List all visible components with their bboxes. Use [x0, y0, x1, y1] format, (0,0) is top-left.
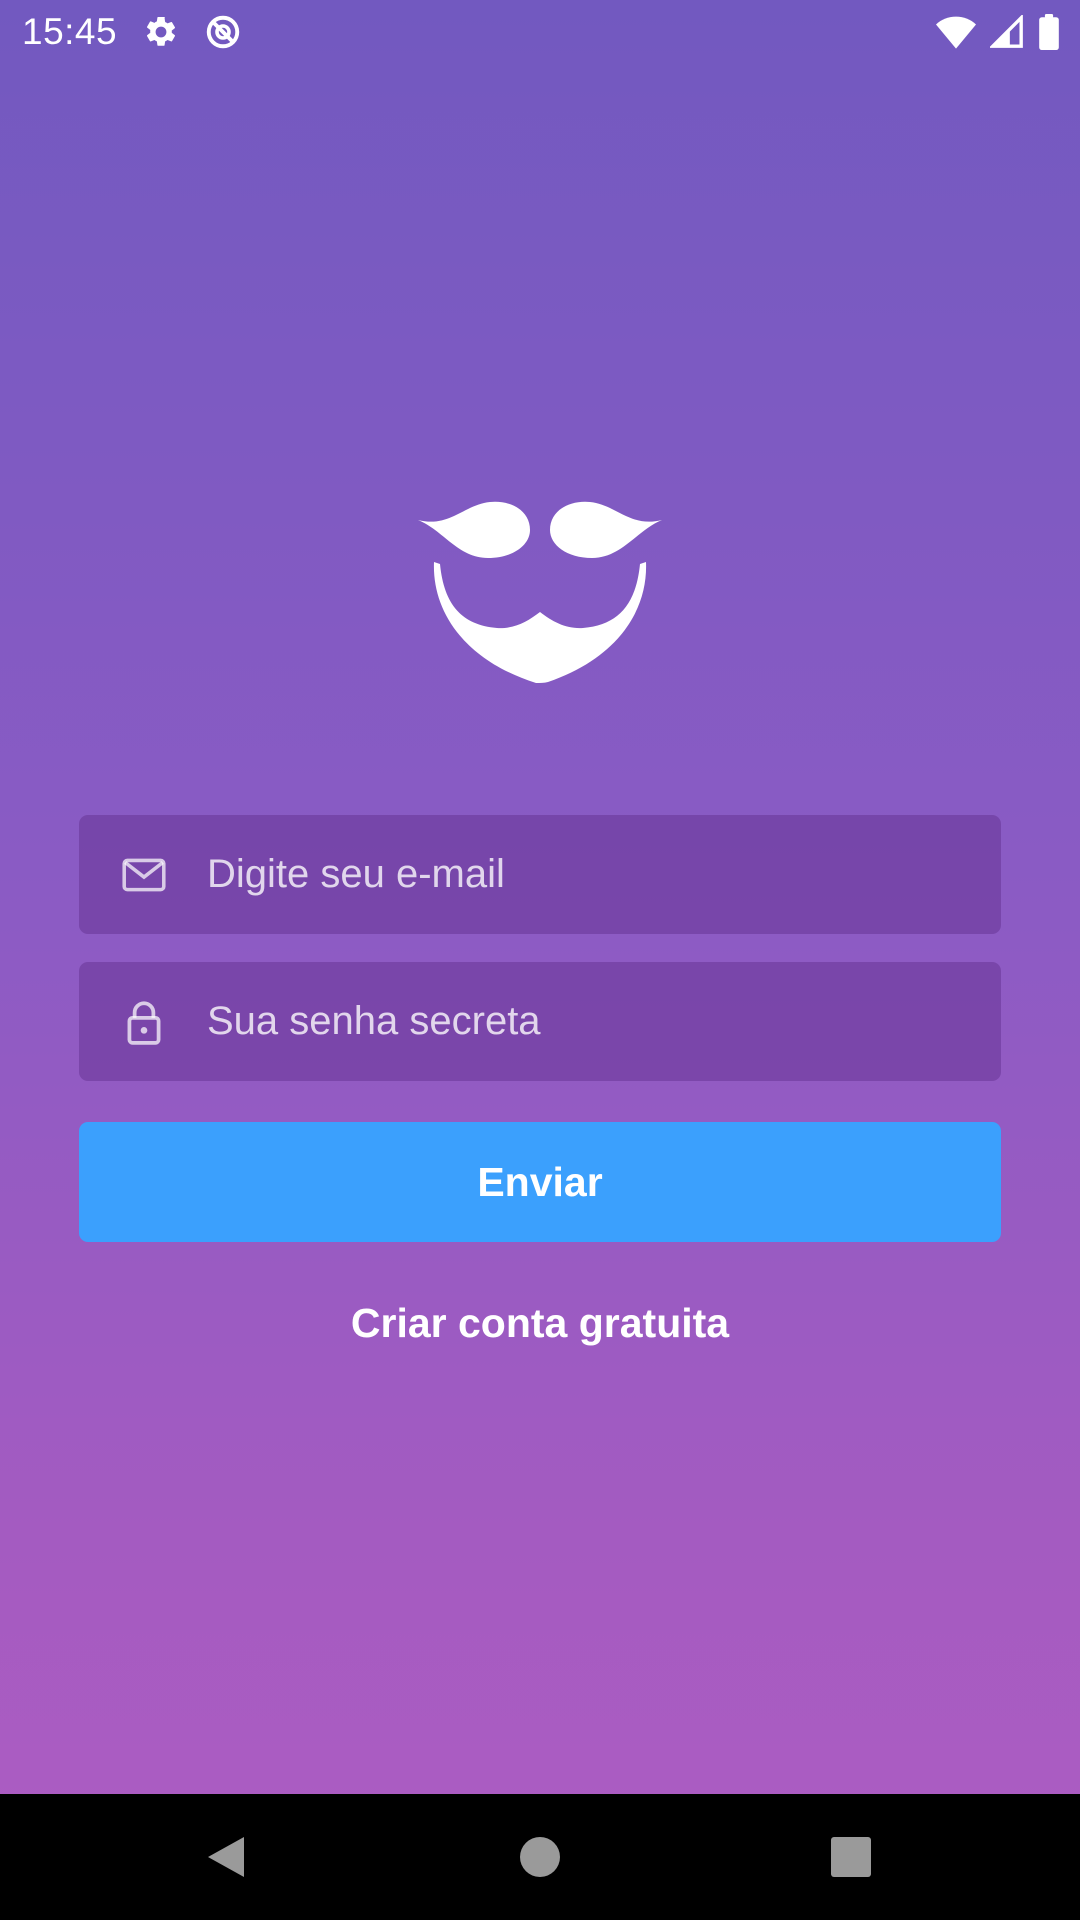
navigation-bar: [0, 1794, 1080, 1920]
password-field[interactable]: [79, 962, 1001, 1081]
submit-button[interactable]: Enviar: [79, 1122, 1001, 1242]
status-bar: 15:45: [0, 0, 1080, 63]
settings-icon: [143, 14, 179, 50]
do-not-disturb-icon: [205, 14, 241, 50]
wifi-icon: [936, 15, 976, 49]
lock-icon: [119, 997, 169, 1047]
back-icon[interactable]: [166, 1794, 286, 1920]
status-bar-right: [936, 13, 1060, 50]
password-input[interactable]: [207, 962, 967, 1081]
mustache-beard-logo: [418, 500, 662, 685]
create-account-link[interactable]: Criar conta gratuita: [0, 1300, 1080, 1347]
mail-icon: [119, 850, 169, 900]
battery-icon: [1038, 13, 1060, 50]
login-screen: 15:45 Digite seu e-mail Enviar Criar con…: [0, 0, 1080, 1920]
email-field[interactable]: [79, 815, 1001, 934]
status-bar-left: 15:45: [22, 11, 241, 53]
status-time: 15:45: [22, 10, 118, 52]
home-icon[interactable]: [480, 1794, 600, 1920]
recents-icon[interactable]: [791, 1794, 911, 1920]
email-input[interactable]: [207, 815, 967, 934]
cell-signal-icon: [990, 14, 1024, 49]
